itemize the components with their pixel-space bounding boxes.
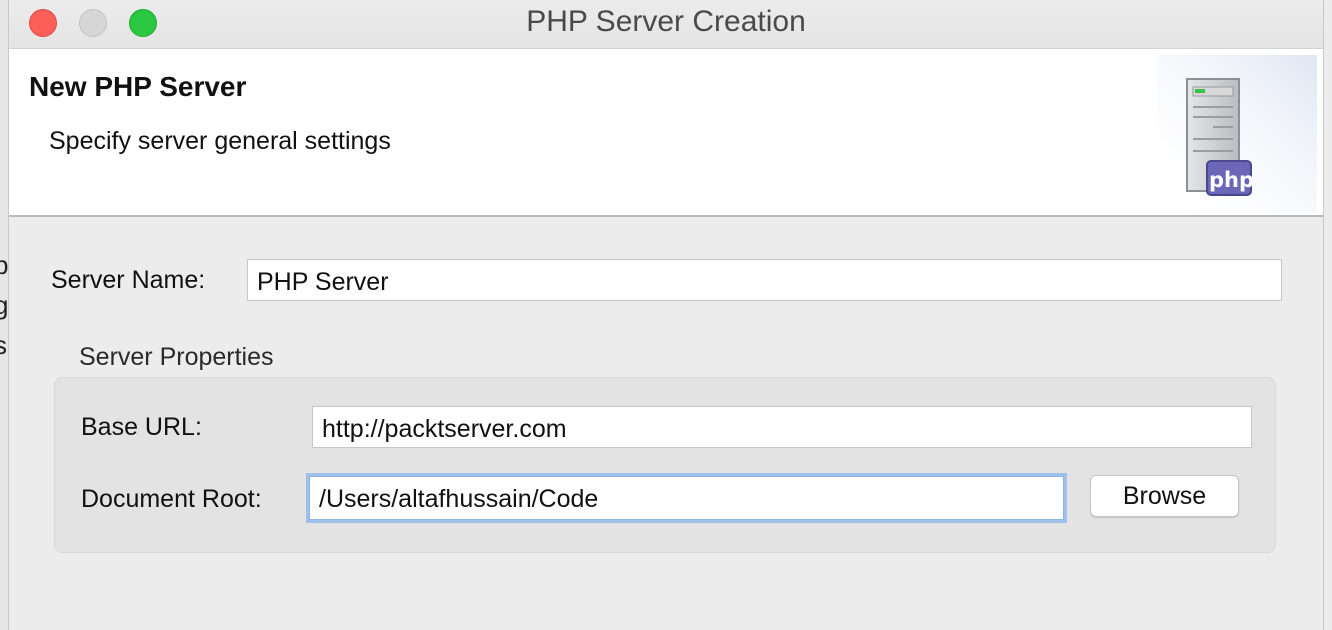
page-subtitle: Specify server general settings [49,127,391,155]
server-properties-group [54,377,1276,553]
dialog-window: PHP Server Creation New PHP Server Speci… [8,0,1324,630]
base-url-input[interactable]: http://packtserver.com [312,406,1252,448]
server-name-input[interactable]: PHP Server [247,259,1282,301]
wizard-banner: New PHP Server Specify server general se… [9,49,1323,217]
server-properties-title: Server Properties [79,343,274,371]
document-root-input[interactable]: /Users/altafhussain/Code [309,476,1064,520]
window-title: PHP Server Creation [526,5,806,38]
php-badge-label: php [1209,168,1255,192]
server-name-label: Server Name: [51,266,206,294]
php-server-icon: php [1157,55,1317,213]
base-url-label: Base URL: [81,413,202,441]
form-area: Server Name: PHP Server Server Propertie… [9,217,1323,630]
page-title: New PHP Server [29,71,247,102]
browse-button[interactable]: Browse [1090,475,1239,517]
title-bar: PHP Server Creation [9,0,1323,49]
document-root-label: Document Root: [81,485,262,513]
